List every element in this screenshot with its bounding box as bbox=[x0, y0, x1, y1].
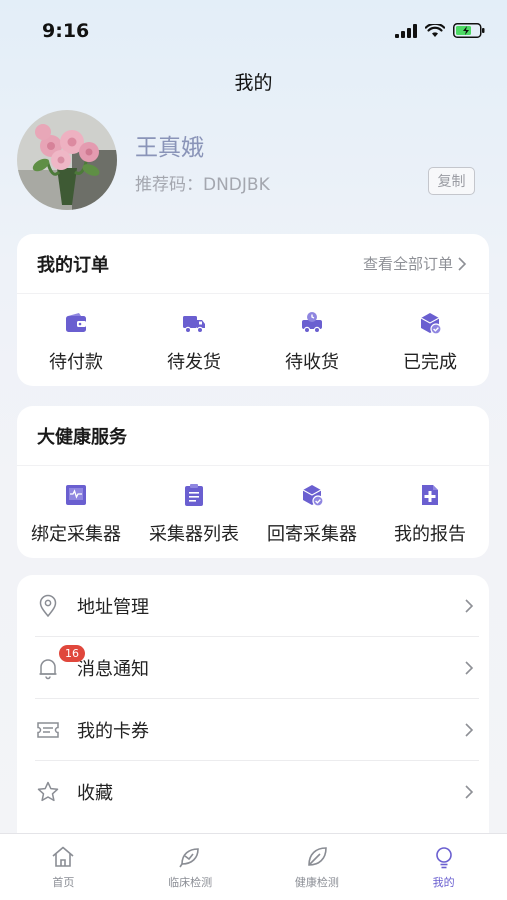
menu-item-coupons[interactable]: 我的卡券 bbox=[35, 699, 479, 761]
order-item-label: 待付款 bbox=[49, 352, 103, 373]
menu-item-address[interactable]: 地址管理 bbox=[35, 575, 479, 637]
status-time: 9:16 bbox=[42, 20, 90, 42]
orders-title: 我的订单 bbox=[37, 254, 109, 276]
leaf-test-icon bbox=[179, 848, 199, 868]
health-services-card: 大健康服务 绑定采集器 采集器列表 回寄采集器 我的报告 bbox=[17, 406, 489, 558]
return-box-icon bbox=[302, 485, 324, 507]
chevron-right-icon bbox=[458, 256, 467, 271]
tab-home[interactable]: 首页 bbox=[0, 834, 127, 900]
tab-health-test[interactable]: 健康检测 bbox=[254, 834, 381, 900]
truck-icon bbox=[183, 316, 205, 334]
order-item-label: 待收货 bbox=[285, 352, 339, 373]
copy-button[interactable]: 复制 bbox=[428, 167, 475, 195]
chevron-right-icon bbox=[465, 785, 474, 799]
menu-item-favorites[interactable]: 收藏 bbox=[35, 761, 479, 823]
location-icon bbox=[39, 594, 57, 617]
delivery-icon bbox=[302, 312, 322, 334]
view-all-orders-link[interactable]: 查看全部订单 bbox=[363, 253, 467, 274]
notification-badge: 16 bbox=[59, 645, 85, 662]
health-item-label: 我的报告 bbox=[394, 524, 466, 545]
leaf-icon bbox=[308, 847, 327, 866]
health-title: 大健康服务 bbox=[37, 426, 127, 448]
referral-code: 推荐码：DNDJBK bbox=[135, 175, 270, 195]
order-pending-payment[interactable]: 待付款 bbox=[17, 310, 135, 374]
my-report[interactable]: 我的报告 bbox=[371, 482, 489, 546]
view-all-orders-label: 查看全部订单 bbox=[362, 255, 453, 273]
orders-header: 我的订单 查看全部订单 bbox=[17, 234, 489, 294]
status-bar: 9:16 bbox=[0, 0, 507, 60]
status-icons bbox=[395, 23, 485, 38]
health-item-label: 绑定采集器 bbox=[31, 524, 121, 545]
menu-item-label: 我的卡券 bbox=[77, 720, 149, 742]
avatar[interactable] bbox=[17, 110, 117, 210]
bind-collector[interactable]: 绑定采集器 bbox=[17, 482, 135, 546]
order-item-label: 待发货 bbox=[167, 352, 221, 373]
bulb-icon bbox=[435, 847, 452, 869]
tab-clinical-test[interactable]: 临床检测 bbox=[127, 834, 254, 900]
chevron-right-icon bbox=[465, 722, 474, 737]
bottom-tab-bar: 首页 临床检测 健康检测 我的 bbox=[0, 833, 507, 900]
menu-list-card: 地址管理 16 消息通知 我的卡券 收藏 bbox=[17, 575, 489, 855]
page-title: 我的 bbox=[234, 72, 273, 94]
wifi-icon bbox=[425, 23, 445, 37]
order-pending-shipment[interactable]: 待发货 bbox=[135, 310, 253, 374]
tab-label: 我的 bbox=[432, 876, 455, 889]
wallet-icon bbox=[66, 313, 86, 332]
chevron-right-icon bbox=[465, 660, 474, 675]
home-icon bbox=[52, 846, 74, 867]
monitor-icon bbox=[66, 485, 86, 505]
order-item-label: 已完成 bbox=[403, 352, 457, 373]
menu-item-label: 收藏 bbox=[77, 783, 113, 804]
clipboard-icon bbox=[185, 484, 203, 506]
health-header: 大健康服务 bbox=[17, 406, 489, 466]
tab-mine[interactable]: 我的 bbox=[380, 834, 507, 900]
user-name: 王真娥 bbox=[135, 135, 204, 161]
menu-item-label: 消息通知 bbox=[77, 658, 149, 680]
box-check-icon bbox=[420, 313, 442, 335]
tab-label: 临床检测 bbox=[168, 876, 213, 889]
medical-report-icon bbox=[422, 485, 438, 505]
menu-item-label: 地址管理 bbox=[77, 596, 149, 618]
ticket-icon bbox=[37, 721, 59, 738]
tab-label: 健康检测 bbox=[294, 876, 339, 889]
orders-card: 我的订单 查看全部订单 待付款 待发货 待收货 已完成 bbox=[17, 234, 489, 386]
health-item-label: 采集器列表 bbox=[149, 524, 239, 545]
chevron-right-icon bbox=[465, 598, 474, 613]
order-pending-receipt[interactable]: 待收货 bbox=[253, 310, 371, 374]
bell-icon bbox=[39, 658, 57, 679]
tab-label: 首页 bbox=[52, 876, 75, 889]
battery-icon bbox=[453, 23, 485, 38]
health-item-label: 回寄采集器 bbox=[267, 524, 357, 545]
return-collector[interactable]: 回寄采集器 bbox=[253, 482, 371, 546]
menu-item-notifications[interactable]: 16 消息通知 bbox=[35, 637, 479, 699]
star-icon bbox=[37, 781, 59, 802]
signal-icon bbox=[395, 23, 417, 38]
order-completed[interactable]: 已完成 bbox=[371, 310, 489, 374]
collector-list[interactable]: 采集器列表 bbox=[135, 482, 253, 546]
